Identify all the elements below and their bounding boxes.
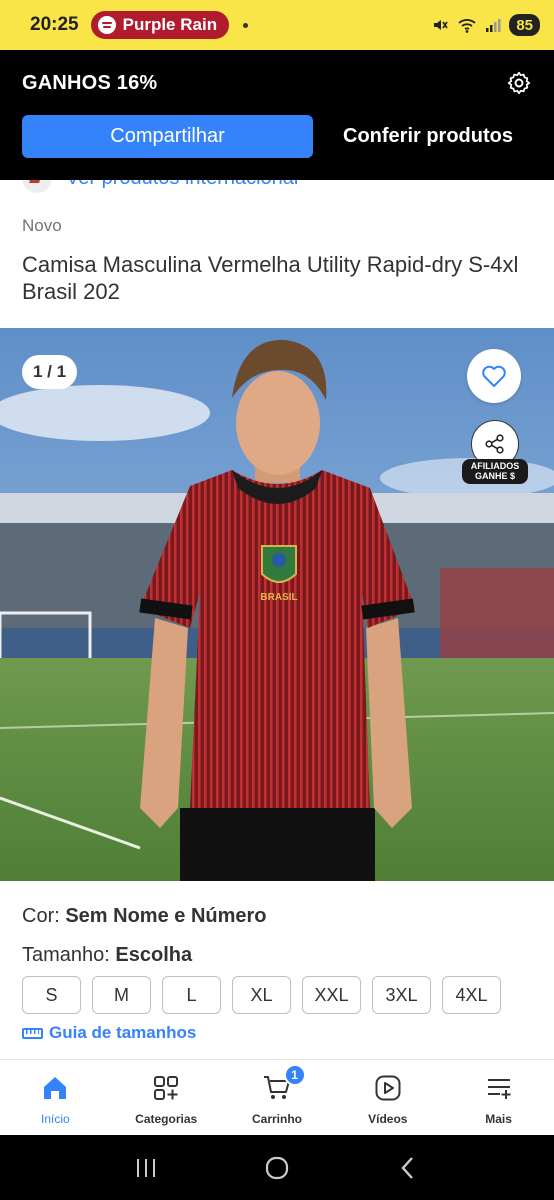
bottom-navigation: Início Categorias 1 Carrinho Vídeos Mais bbox=[0, 1059, 554, 1135]
cart-count-badge: 1 bbox=[283, 1064, 306, 1086]
home-circle-icon bbox=[265, 1156, 289, 1179]
recent-apps-icon bbox=[136, 1158, 155, 1177]
ruler-icon bbox=[22, 1027, 43, 1039]
product-condition: Novo bbox=[22, 216, 62, 235]
back-button[interactable] bbox=[388, 1148, 428, 1188]
size-chip-s[interactable]: S bbox=[22, 976, 81, 1014]
more-icon bbox=[483, 1072, 515, 1104]
nav-videos[interactable]: Vídeos bbox=[332, 1060, 443, 1135]
size-label: Tamanho: bbox=[22, 944, 116, 966]
size-chip-4xl[interactable]: 4XL bbox=[442, 976, 501, 1014]
heart-icon bbox=[482, 365, 506, 387]
size-chip-3xl[interactable]: 3XL bbox=[372, 976, 431, 1014]
favorite-button[interactable] bbox=[467, 349, 521, 403]
size-guide-label: Guia de tamanhos bbox=[49, 1023, 197, 1042]
affiliate-tag-line2: GANHE $ bbox=[474, 471, 515, 481]
gear-icon[interactable] bbox=[506, 70, 532, 96]
battery-icon: 85 bbox=[509, 14, 540, 36]
nav-videos-label: Vídeos bbox=[368, 1112, 408, 1126]
affiliate-header: GANHOS 16% Compartilhar Conferir produto… bbox=[0, 50, 554, 180]
nav-categories-label: Categorias bbox=[135, 1112, 198, 1126]
shirt-badge-text: BRASIL bbox=[260, 592, 297, 603]
size-chip-xl[interactable]: XL bbox=[232, 976, 291, 1014]
nav-cart-label: Carrinho bbox=[251, 1112, 302, 1126]
size-chip-xxl[interactable]: XXL bbox=[302, 976, 361, 1014]
size-guide-link[interactable]: Guia de tamanhos bbox=[22, 1023, 196, 1043]
mute-icon bbox=[434, 20, 448, 30]
image-counter: 1 / 1 bbox=[22, 355, 77, 389]
system-navigation-bar bbox=[0, 1135, 554, 1200]
status-bar: 20:25 Purple Rain 85 bbox=[0, 0, 554, 50]
nav-more-label: Mais bbox=[485, 1112, 512, 1126]
status-time: 20:25 bbox=[30, 14, 79, 35]
nav-categories[interactable]: Categorias bbox=[111, 1060, 222, 1135]
wifi-icon bbox=[458, 19, 476, 33]
earnings-title: GANHOS 16% bbox=[22, 72, 158, 94]
notification-dot bbox=[243, 22, 249, 28]
product-title: Camisa Masculina Vermelha Utility Rapid-… bbox=[22, 252, 519, 304]
spotify-icon bbox=[97, 16, 116, 34]
home-button[interactable] bbox=[257, 1148, 297, 1188]
size-chip-m[interactable]: M bbox=[92, 976, 151, 1014]
color-value: Sem Nome e Número bbox=[65, 905, 267, 927]
size-option: Tamanho: Escolha bbox=[22, 944, 192, 967]
nav-home-label: Início bbox=[41, 1112, 70, 1126]
color-label: Cor: bbox=[22, 905, 66, 927]
check-products-button[interactable]: Conferir produtos bbox=[318, 115, 538, 158]
signal-icon bbox=[486, 19, 501, 32]
categories-icon bbox=[150, 1072, 182, 1104]
nav-more[interactable]: Mais bbox=[443, 1060, 554, 1135]
color-option: Cor: Sem Nome e Número bbox=[22, 905, 267, 928]
status-icons: 85 bbox=[431, 14, 540, 36]
size-chip-l[interactable]: L bbox=[162, 976, 221, 1014]
size-selector: S M L XL XXL 3XL 4XL bbox=[22, 976, 501, 1014]
nav-home[interactable]: Início bbox=[0, 1060, 111, 1135]
affiliate-tag: AFILIADOS GANHE $ bbox=[462, 459, 528, 484]
recent-apps-button[interactable] bbox=[126, 1148, 166, 1188]
size-value: Escolha bbox=[115, 944, 193, 966]
product-image[interactable]: BRASIL bbox=[0, 328, 554, 881]
home-icon bbox=[39, 1072, 71, 1104]
affiliate-tag-line1: AFILIADOS bbox=[470, 461, 520, 471]
share-button[interactable]: Compartilhar bbox=[22, 115, 313, 158]
product-photo: BRASIL bbox=[0, 328, 554, 881]
video-icon bbox=[372, 1072, 404, 1104]
now-playing-pill[interactable]: Purple Rain bbox=[90, 11, 230, 39]
nav-cart[interactable]: 1 Carrinho bbox=[222, 1060, 333, 1135]
share-icon bbox=[485, 434, 504, 454]
battery-level: 85 bbox=[516, 16, 533, 34]
now-playing-title: Purple Rain bbox=[122, 15, 218, 34]
back-chevron-icon bbox=[401, 1156, 414, 1179]
